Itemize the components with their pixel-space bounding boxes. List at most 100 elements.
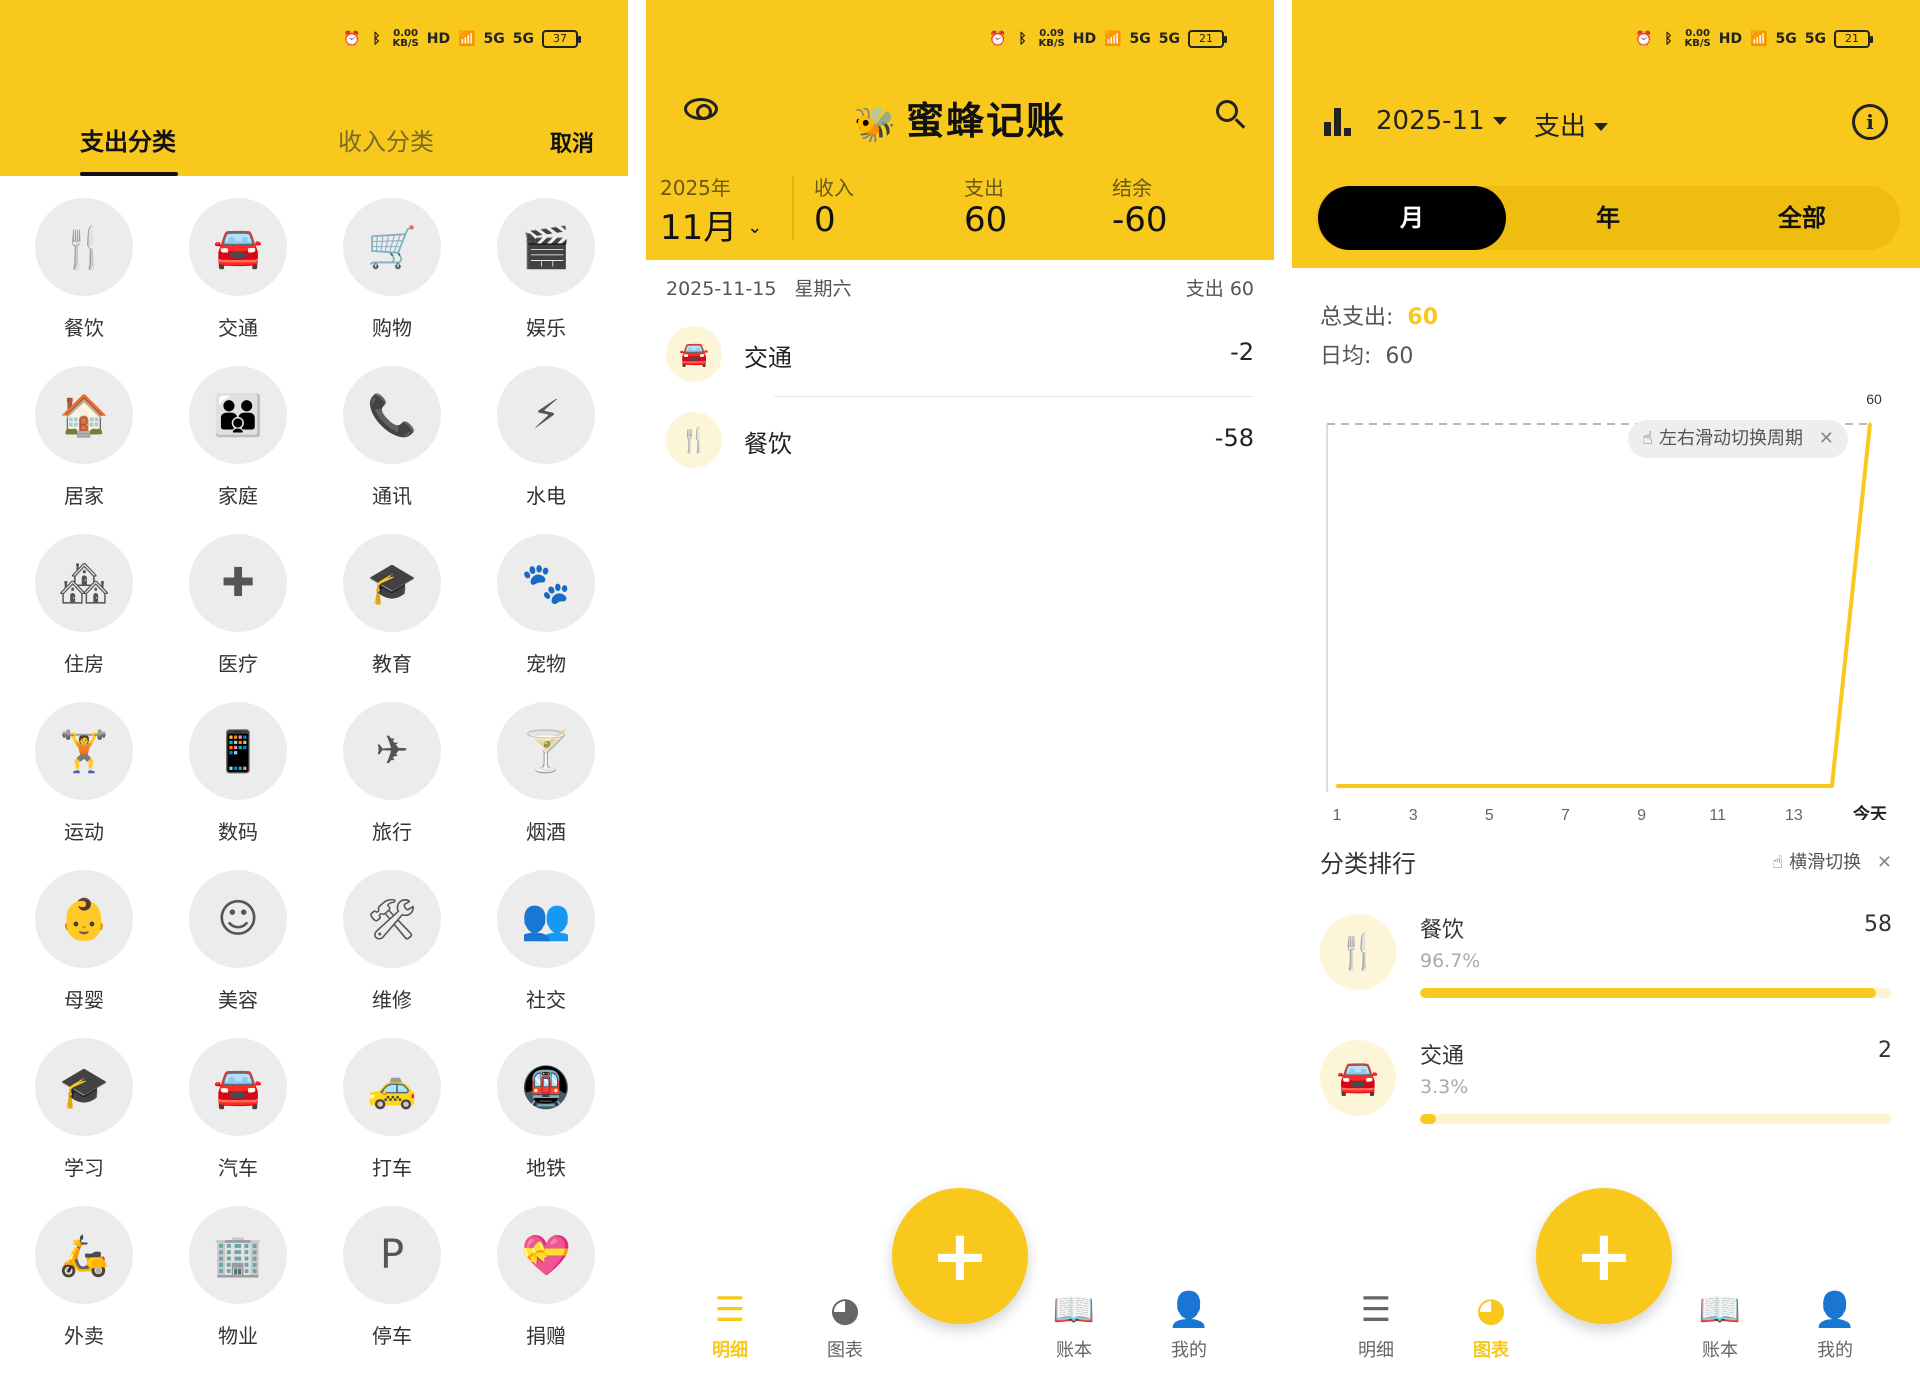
category-label: 教育 [372, 652, 412, 676]
category-item[interactable]: ✚ 医疗 [168, 534, 308, 677]
category-item[interactable]: 🏠 居家 [14, 366, 154, 509]
category-item[interactable]: ☺ 美容 [168, 870, 308, 1013]
category-item[interactable]: 🚘 交通 [168, 198, 308, 341]
bottom-nav: ☰ 明细 ◕ 图表 📖 账本 👤 我的 [1292, 1290, 1920, 1380]
list-icon: ☰ [1360, 1290, 1392, 1330]
segment-year[interactable]: 年 [1514, 186, 1702, 250]
income-label: 收入 [814, 176, 854, 200]
caret-down-icon [1594, 123, 1609, 131]
category-label: 汽车 [218, 1156, 258, 1180]
day-date: 2025-11-15 [666, 278, 777, 300]
nav-item-mine[interactable]: 👤 我的 [1149, 1290, 1229, 1362]
category-tabs: 支出分类 收入分类 取消 [0, 118, 628, 176]
category-item[interactable]: 🏋 运动 [14, 702, 154, 845]
expense-label: 支出 [964, 176, 1004, 200]
day-header: 2025-11-15 星期六 支出 60 [666, 274, 1254, 301]
nav-item-chart[interactable]: ◕ 图表 [1451, 1290, 1531, 1362]
category-item[interactable]: P 停车 [322, 1206, 462, 1349]
swipe-hand-icon: ☝ [1642, 428, 1653, 449]
battery-icon: 21 [1834, 30, 1873, 48]
category-item[interactable]: 🚇 地铁 [476, 1038, 616, 1181]
category-item[interactable]: 📱 数码 [168, 702, 308, 845]
active-tab-indicator [80, 172, 178, 176]
search-icon[interactable] [1216, 100, 1238, 122]
rank-progress-fill [1420, 1114, 1436, 1124]
data-point [1411, 784, 1415, 788]
avg-value: 60 [1385, 344, 1414, 369]
airplane-icon: ✈ [343, 702, 441, 800]
info-icon[interactable]: i [1852, 104, 1888, 140]
category-label: 购物 [372, 316, 412, 340]
status-bar: ⏰ ᛒ 0.09 KB/S HD 📶 5G 5G 21 [989, 26, 1227, 52]
period-selector[interactable]: 2025-11 [1376, 106, 1507, 136]
car-icon: 🚘 [1320, 1040, 1396, 1116]
rank-item[interactable]: 🍴 餐饮 58 96.7% [1320, 912, 1892, 1022]
user-icon: 👤 [1813, 1290, 1857, 1330]
cancel-button[interactable]: 取消 [550, 126, 594, 158]
category-item[interactable]: 🛒 购物 [322, 198, 462, 341]
signal-icon: 5G [1775, 31, 1797, 47]
segment-month[interactable]: 月 [1318, 186, 1506, 250]
nav-item-detail[interactable]: ☰ 明细 [1336, 1290, 1416, 1362]
nav-item-detail[interactable]: ☰ 明细 [690, 1290, 770, 1362]
baby-icon: 👶 [35, 870, 133, 968]
type-selector[interactable]: 支出 [1534, 106, 1609, 143]
panel-gap [1274, 0, 1292, 1396]
category-item[interactable]: 🎓 学习 [14, 1038, 154, 1181]
x-tick-label: 7 [1561, 807, 1570, 820]
list-item[interactable]: 🚘 交通 -2 [666, 318, 1254, 390]
battery-icon: 37 [542, 30, 581, 48]
net-speed: 0.09 KB/S [1038, 28, 1065, 49]
tab-expense-category[interactable]: 支出分类 [80, 122, 176, 157]
category-item[interactable]: 🛵 外卖 [14, 1206, 154, 1349]
month-selector[interactable]: 11月 ⌄ [660, 200, 762, 249]
category-label: 运动 [64, 820, 104, 844]
nav-item-book[interactable]: 📖 账本 [1680, 1290, 1760, 1362]
status-bar: ⏰ ᛒ 0.00 KB/S HD 📶 5G 5G 37 [343, 26, 581, 52]
category-item[interactable]: 🎬 娱乐 [476, 198, 616, 341]
category-item[interactable]: 🍸 烟酒 [476, 702, 616, 845]
nav-item-chart[interactable]: ◕ 图表 [805, 1290, 885, 1362]
category-item[interactable]: 🐾 宠物 [476, 534, 616, 677]
rank-progress [1420, 988, 1892, 998]
list-item[interactable]: 🍴 餐饮 -58 [666, 404, 1254, 476]
category-label: 数码 [218, 820, 258, 844]
rank-value: 58 [1864, 912, 1892, 937]
segment-all[interactable]: 全部 [1708, 186, 1896, 250]
category-item[interactable]: 👥 社交 [476, 870, 616, 1013]
category-item[interactable]: 🍴 餐饮 [14, 198, 154, 341]
rank-percent: 3.3% [1420, 1076, 1469, 1098]
x-tick-label: 3 [1409, 807, 1418, 820]
category-item[interactable]: ⚡ 水电 [476, 366, 616, 509]
donate-icon: 💝 [497, 1206, 595, 1304]
category-item[interactable]: 🛠 维修 [322, 870, 462, 1013]
category-label: 医疗 [218, 652, 258, 676]
avg-label: 日均: [1320, 344, 1372, 369]
rank-hint: ☝ 横滑切换 ✕ [1772, 848, 1892, 874]
category-item[interactable]: ✈ 旅行 [322, 702, 462, 845]
category-item[interactable]: 📞 通讯 [322, 366, 462, 509]
rank-item[interactable]: 🚘 交通 2 3.3% [1320, 1038, 1892, 1148]
totals: 总支出: 60 日均: 60 [1320, 298, 1438, 376]
rank-percent: 96.7% [1420, 950, 1481, 972]
category-item[interactable]: 🎓 教育 [322, 534, 462, 677]
close-icon[interactable]: ✕ [1877, 852, 1892, 873]
entry-name: 交通 [744, 344, 792, 372]
signal-icon-2: 5G [1158, 31, 1180, 47]
category-item[interactable]: 🚘 汽车 [168, 1038, 308, 1181]
cutlery-icon: 🍴 [1320, 914, 1396, 990]
close-icon[interactable]: ✕ [1819, 428, 1834, 449]
category-item[interactable]: 💝 捐赠 [476, 1206, 616, 1349]
tools-icon: 🛠 [343, 870, 441, 968]
year-label[interactable]: 2025年 [660, 172, 731, 201]
max-value-label: 60 [1866, 391, 1882, 407]
category-item[interactable]: 👪 家庭 [168, 366, 308, 509]
category-label: 母婴 [64, 988, 104, 1012]
nav-item-book[interactable]: 📖 账本 [1034, 1290, 1114, 1362]
category-item[interactable]: 🚕 打车 [322, 1038, 462, 1181]
nav-item-mine[interactable]: 👤 我的 [1795, 1290, 1875, 1362]
category-item[interactable]: 🏘 住房 [14, 534, 154, 677]
category-item[interactable]: 🏢 物业 [168, 1206, 308, 1349]
tab-income-category[interactable]: 收入分类 [338, 122, 434, 157]
category-item[interactable]: 👶 母婴 [14, 870, 154, 1013]
